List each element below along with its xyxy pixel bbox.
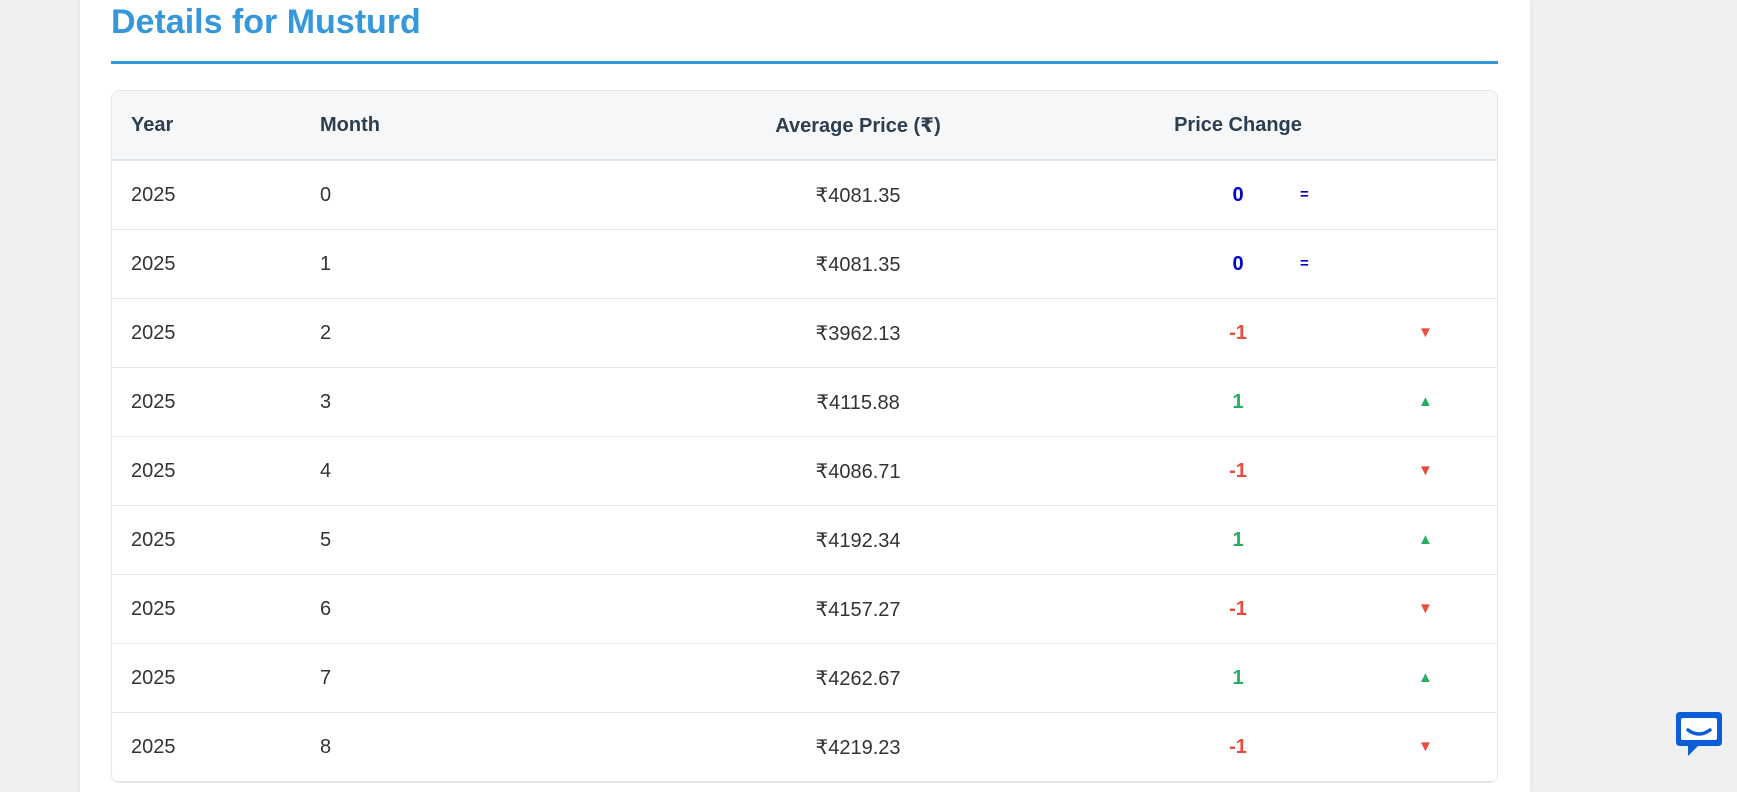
table-row: 2025 5 ₹4192.34 1 ▲ [112,505,1497,575]
table-row: 2025 7 ₹4262.67 1 ▲ [112,643,1497,713]
header-price-change-label: Price Change [1174,114,1302,136]
trend-down-icon: ▼ [1418,738,1433,755]
cell-year: 2025 [112,643,320,713]
trend-up-icon: ▲ [1418,531,1433,548]
header-year: Year [112,91,320,161]
table-body: 2025 0 ₹4081.35 0 = 2025 1 ₹4081.35 0 = 2025 2 ₹3962… [112,160,1497,782]
cell-average-price: ₹3962.13 [688,298,1028,368]
cell-average-price: ₹4081.35 [688,160,1028,230]
header-average-price: Average Price (₹) [688,91,1028,161]
table-header: Year Month Average Price (₹) Price Chang… [112,91,1497,161]
price-change-value: -1 [1229,736,1247,758]
price-change-value: 1 [1232,391,1244,413]
details-card: Details for Musturd Year Month Average P… [80,0,1530,792]
cell-price-change: 0 = [1028,160,1497,230]
cell-average-price: ₹4115.88 [688,367,1028,437]
trend-equal-icon: = [1300,255,1309,272]
trend-up-icon: ▲ [1418,393,1433,410]
price-table-container: Year Month Average Price (₹) Price Chang… [111,90,1498,783]
chat-bubble-icon [1676,712,1722,756]
cell-price-change: 0 = [1028,229,1497,299]
cell-year: 2025 [112,574,320,644]
price-change-value: 1 [1232,667,1244,689]
table-row: 2025 1 ₹4081.35 0 = [112,229,1497,299]
price-change-value: -1 [1229,460,1247,482]
price-change-value: 0 [1232,184,1244,206]
price-change-value: -1 [1229,598,1247,620]
cell-year: 2025 [112,229,320,299]
cell-month: 0 [320,160,688,230]
cell-average-price: ₹4081.35 [688,229,1028,299]
cell-year: 2025 [112,436,320,506]
cell-price-change: -1 ▼ [1028,574,1497,644]
price-table: Year Month Average Price (₹) Price Chang… [112,91,1497,782]
cell-price-change: -1 ▼ [1028,298,1497,368]
header-month: Month [320,91,688,161]
title-divider [111,61,1498,64]
cell-month: 4 [320,436,688,506]
table-row: 2025 4 ₹4086.71 -1 ▼ [112,436,1497,506]
cell-year: 2025 [112,160,320,230]
table-row: 2025 6 ₹4157.27 -1 ▼ [112,574,1497,644]
table-row: 2025 3 ₹4115.88 1 ▲ [112,367,1497,437]
table-row: 2025 2 ₹3962.13 -1 ▼ [112,298,1497,368]
price-change-value: -1 [1229,322,1247,344]
cell-month: 5 [320,505,688,575]
cell-month: 7 [320,643,688,713]
chat-widget-button[interactable] [1672,708,1726,762]
cell-price-change: 1 ▲ [1028,367,1497,437]
trend-down-icon: ▼ [1418,462,1433,479]
cell-year: 2025 [112,505,320,575]
cell-year: 2025 [112,298,320,368]
cell-month: 6 [320,574,688,644]
cell-month: 2 [320,298,688,368]
cell-price-change: 1 ▲ [1028,505,1497,575]
cell-month: 1 [320,229,688,299]
cell-price-change: 1 ▲ [1028,643,1497,713]
cell-price-change: -1 ▼ [1028,436,1497,506]
cell-year: 2025 [112,367,320,437]
trend-up-icon: ▲ [1418,669,1433,686]
cell-month: 8 [320,712,688,782]
price-change-value: 0 [1232,253,1244,275]
cell-average-price: ₹4262.67 [688,643,1028,713]
page-title: Details for Musturd [111,3,421,41]
cell-average-price: ₹4219.23 [688,712,1028,782]
cell-price-change: -1 ▼ [1028,712,1497,782]
cell-month: 3 [320,367,688,437]
cell-average-price: ₹4192.34 [688,505,1028,575]
table-row: 2025 0 ₹4081.35 0 = [112,160,1497,230]
trend-down-icon: ▼ [1418,600,1433,617]
trend-equal-icon: = [1300,186,1309,203]
price-change-value: 1 [1232,529,1244,551]
table-header-row: Year Month Average Price (₹) Price Chang… [112,91,1497,161]
table-row: 2025 8 ₹4219.23 -1 ▼ [112,712,1497,782]
header-price-change: Price Change [1028,91,1497,161]
cell-average-price: ₹4086.71 [688,436,1028,506]
trend-down-icon: ▼ [1418,324,1433,341]
cell-year: 2025 [112,712,320,782]
cell-average-price: ₹4157.27 [688,574,1028,644]
